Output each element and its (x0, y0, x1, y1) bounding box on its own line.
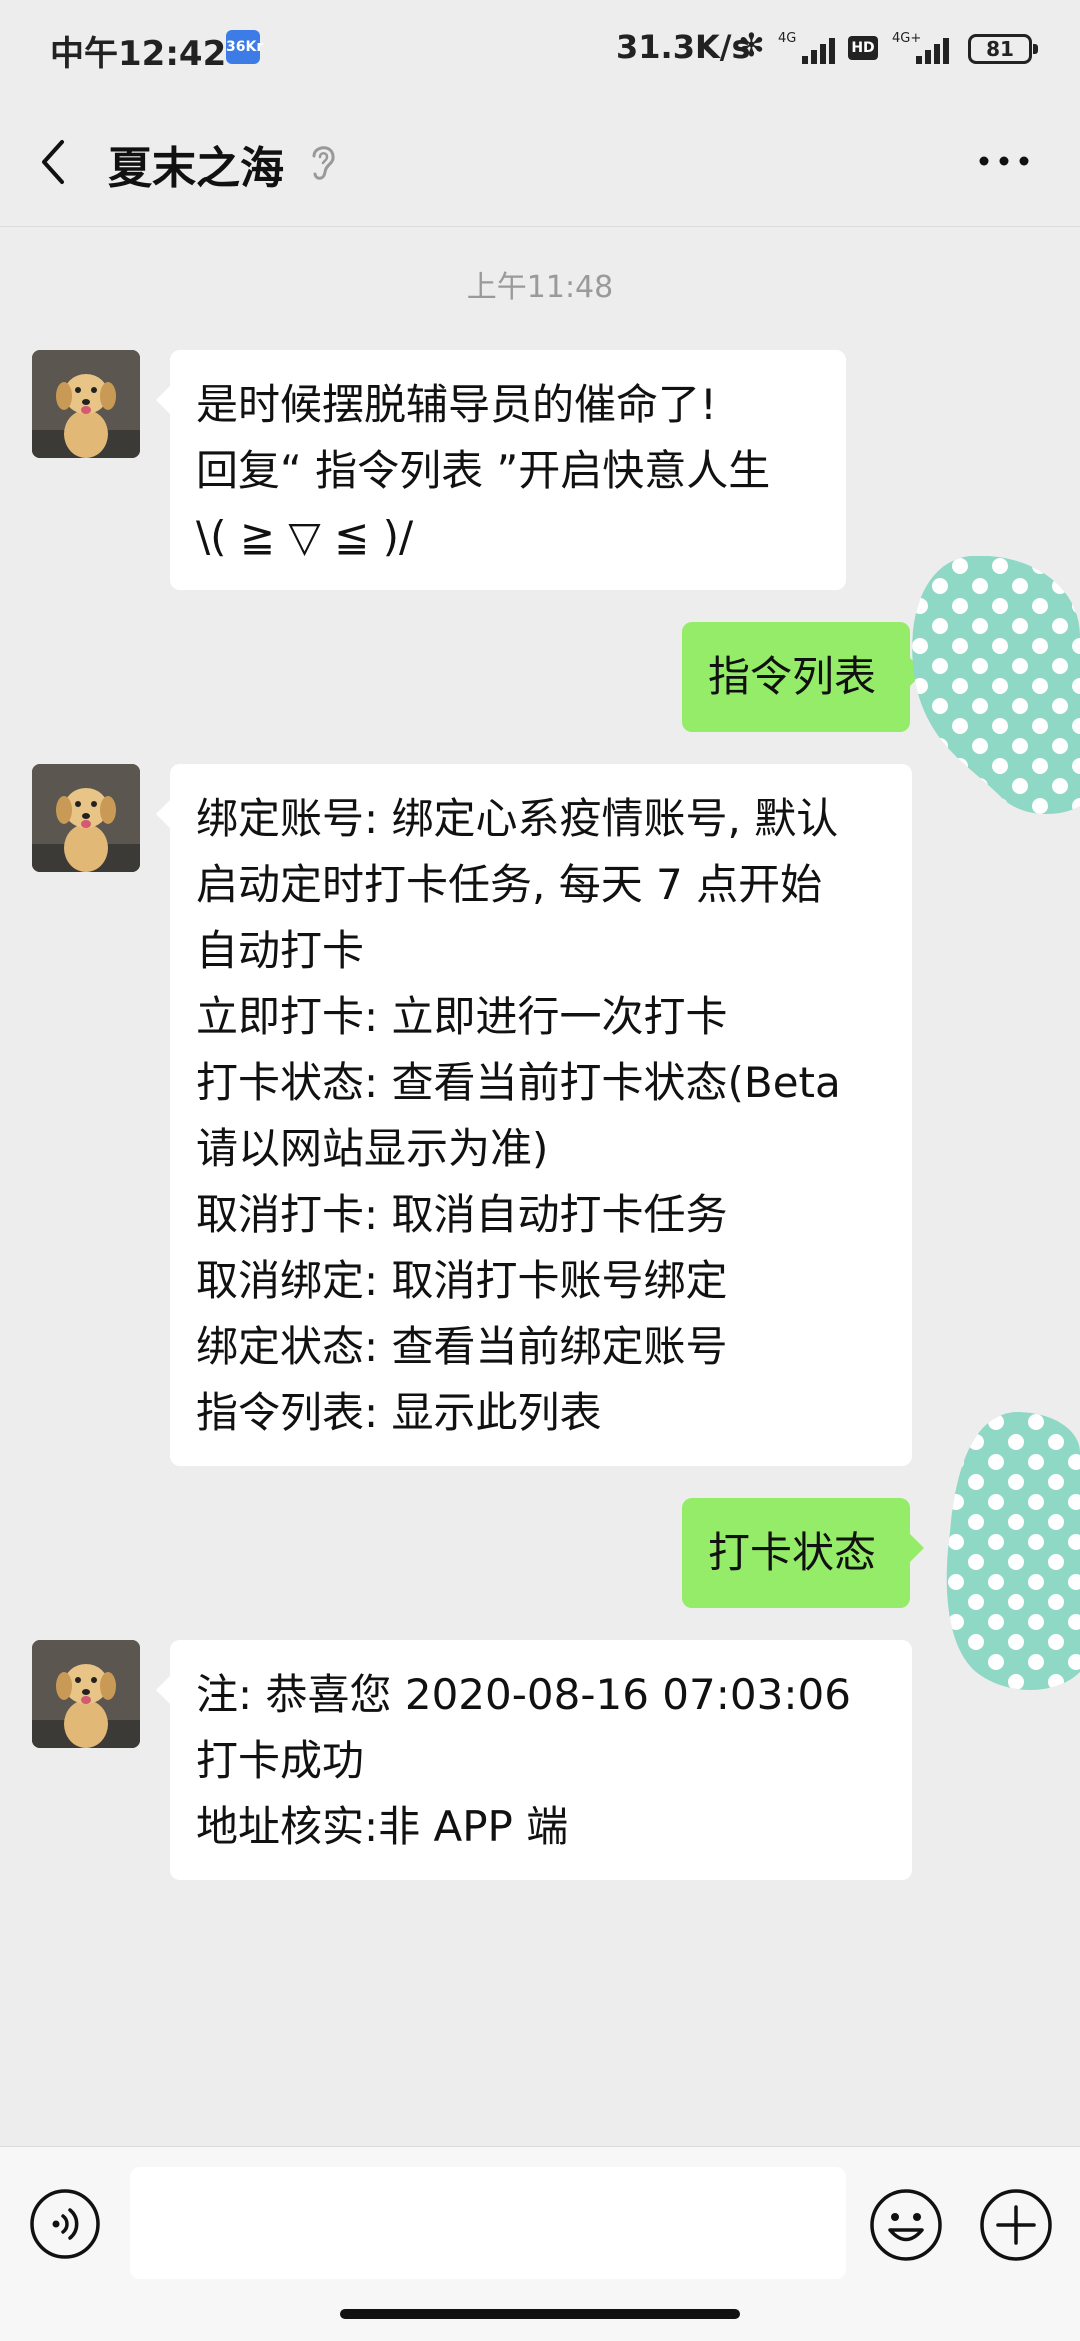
message-input[interactable] (130, 2167, 846, 2279)
status-time: 中午12:42 (50, 34, 227, 74)
message-bubble-received[interactable]: 是时候摆脱辅导员的催命了! 回复“ 指令列表 ”开启快意人生 \( ≧ ▽ ≦ … (156, 350, 846, 590)
avatar[interactable] (32, 350, 140, 458)
bluetooth-icon: ✻ (738, 26, 765, 64)
battery-icon: 81 (968, 34, 1038, 64)
more-dots-icon[interactable] (974, 146, 1034, 176)
message-line: 指令列表 (708, 652, 877, 701)
message-line: 回复“ 指令列表 ”开启快意人生 (196, 446, 771, 495)
message-line: 立即打卡: 立即进行一次打卡 (196, 992, 728, 1041)
message-line: 绑定账号: 绑定心系疫情账号, 默认 (196, 794, 839, 843)
message-line: 启动定时打卡任务, 每天 7 点开始 (196, 860, 823, 909)
message-bubble-sent[interactable]: 打卡状态 (682, 1498, 924, 1608)
chat-title: 夏末之海 (108, 143, 284, 194)
message-line: 打卡状态 (708, 1528, 877, 1577)
status-bar: 中午12:42 36Kr 31.3K/s ✻ 4G HD 4G+ 81 (0, 0, 1080, 96)
signal-icon: 4G (778, 31, 835, 64)
polka-dot-avatar-icon[interactable] (946, 1412, 1080, 1692)
dog-avatar-icon (32, 350, 140, 458)
signal-icon: 4G+ (892, 31, 949, 64)
message-bubble-received[interactable]: 注: 恭喜您 2020-08-16 07:03:06 打卡成功 地址核实:非 A… (156, 1640, 912, 1880)
message-line: 地址核实:非 APP 端 (196, 1802, 569, 1851)
polka-dot-avatar-icon[interactable] (910, 556, 1080, 816)
home-indicator[interactable] (340, 2309, 740, 2319)
signal-label: 4G (778, 31, 796, 46)
message-bubble-sent[interactable]: 指令列表 (682, 622, 924, 732)
ear-icon (312, 146, 335, 180)
message-line: 打卡状态: 查看当前打卡状态(Beta (196, 1058, 841, 1107)
message-line: 取消绑定: 取消打卡账号绑定 (196, 1256, 728, 1305)
avatar[interactable] (32, 1640, 140, 1748)
message-line: 注: 恭喜您 2020-08-16 07:03:06 (196, 1670, 851, 1719)
message-line: 打卡成功 (196, 1736, 365, 1785)
input-bar (0, 2146, 1080, 2341)
chat-header: 夏末之海 (0, 96, 1080, 227)
app-notification-icon: 36Kr (226, 30, 263, 64)
message-line: 取消打卡: 取消自动打卡任务 (196, 1190, 728, 1239)
message-line: 请以网站显示为准) (196, 1124, 549, 1173)
message-timestamp: 上午11:48 (466, 270, 614, 305)
message-line: 指令列表: 显示此列表 (196, 1388, 602, 1437)
message-line: \( ≧ ▽ ≦ )/ (196, 512, 414, 561)
dog-avatar-icon (32, 1640, 140, 1748)
plus-icon[interactable] (978, 2187, 1054, 2263)
network-speed: 31.3K/s (616, 28, 751, 66)
signal-label: 4G+ (892, 31, 921, 46)
avatar[interactable] (32, 764, 140, 872)
message-bubble-received[interactable]: 绑定账号: 绑定心系疫情账号, 默认 启动定时打卡任务, 每天 7 点开始 自动… (156, 764, 912, 1466)
voice-icon[interactable] (28, 2187, 102, 2261)
message-line: 是时候摆脱辅导员的催命了! (196, 380, 717, 429)
message-line: 绑定状态: 查看当前绑定账号 (196, 1322, 728, 1371)
dog-avatar-icon (32, 764, 140, 872)
hd-icon: HD (848, 36, 878, 60)
emoji-icon[interactable] (868, 2187, 944, 2263)
chevron-left-icon[interactable] (30, 132, 80, 192)
message-line: 自动打卡 (196, 926, 365, 975)
